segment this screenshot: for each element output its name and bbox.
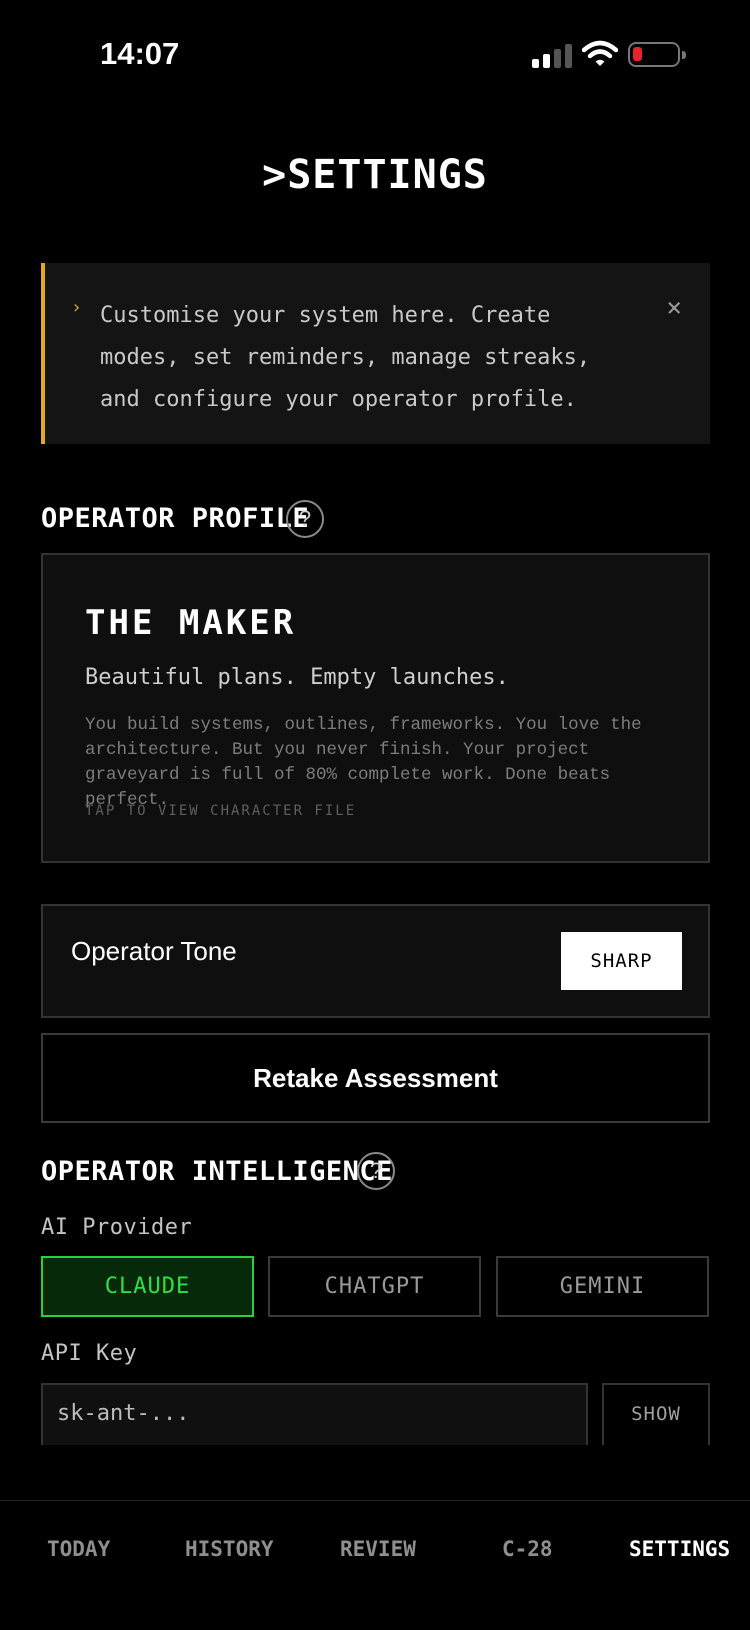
provider-claude-button[interactable]: CLAUDE <box>41 1256 254 1317</box>
profile-card[interactable]: THE MAKER Beautiful plans. Empty launche… <box>41 553 710 863</box>
provider-chatgpt-button[interactable]: CHATGPT <box>268 1256 481 1317</box>
nav-today[interactable]: TODAY <box>47 1537 110 1561</box>
provider-gemini-button[interactable]: GEMINI <box>496 1256 709 1317</box>
api-key-input[interactable]: sk-ant-... <box>41 1383 588 1445</box>
retake-assessment-button[interactable]: Retake Assessment <box>41 1033 710 1123</box>
nav-settings[interactable]: SETTINGS <box>629 1537 730 1561</box>
ai-provider-label: AI Provider <box>41 1215 193 1240</box>
operator-tone-label: Operator Tone <box>71 936 237 966</box>
profile-description: You build systems, outlines, frameworks.… <box>85 715 642 810</box>
bottom-nav: TODAY HISTORY REVIEW C-28 SETTINGS <box>0 1500 750 1630</box>
close-icon[interactable]: × <box>666 293 682 323</box>
tone-selector-button[interactable]: SHARP <box>561 932 682 990</box>
operator-tone-row: Operator Tone SHARP <box>41 904 710 1018</box>
wifi-icon <box>582 40 618 66</box>
page-title: >SETTINGS <box>262 152 488 198</box>
cellular-signal-icon <box>532 42 572 68</box>
battery-icon <box>628 42 686 67</box>
operator-intelligence-heading: OPERATOR INTELLIGENCE <box>41 1156 393 1187</box>
nav-history[interactable]: HISTORY <box>185 1537 274 1561</box>
operator-profile-heading: OPERATOR PROFILE <box>41 503 310 534</box>
help-icon[interactable]: ? <box>286 500 324 538</box>
profile-name: THE MAKER <box>85 603 297 643</box>
nav-review[interactable]: REVIEW <box>340 1537 416 1561</box>
help-icon[interactable]: ? <box>357 1152 395 1190</box>
show-api-key-button[interactable]: SHOW <box>602 1383 710 1445</box>
chevron-right-icon: › <box>71 297 82 318</box>
tip-banner: › Customise your system here. Create mod… <box>41 263 710 444</box>
profile-tagline: Beautiful plans. Empty launches. <box>85 665 509 690</box>
view-character-file-link[interactable]: TAP TO VIEW CHARACTER FILE <box>85 803 356 819</box>
status-time: 14:07 <box>100 36 180 71</box>
tip-text: Customise your system here. Create modes… <box>100 303 591 412</box>
api-key-label: API Key <box>41 1341 138 1366</box>
nav-c28[interactable]: C-28 <box>502 1537 553 1561</box>
